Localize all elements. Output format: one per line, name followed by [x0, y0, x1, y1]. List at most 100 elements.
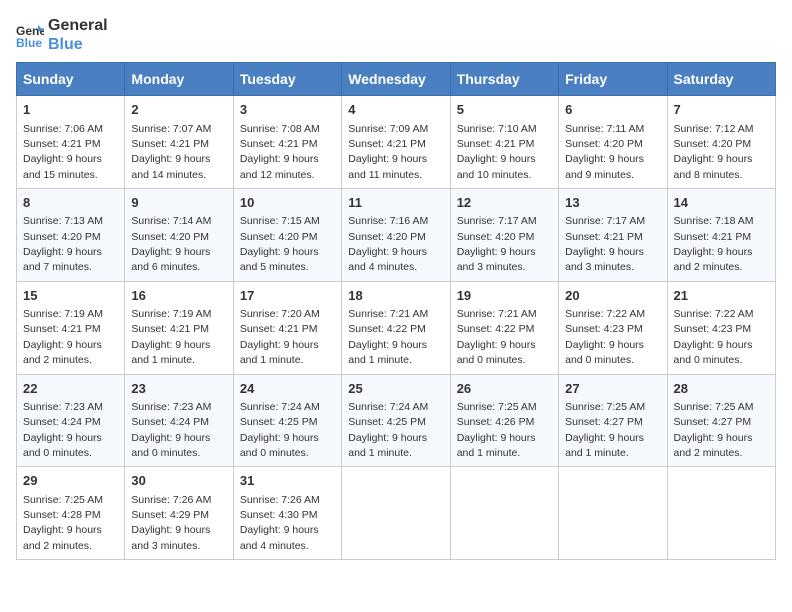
day-number: 29 — [23, 472, 118, 490]
sunrise-info: Sunrise: 7:20 AM — [240, 308, 320, 320]
sunrise-info: Sunrise: 7:15 AM — [240, 215, 320, 227]
sunset-info: Sunset: 4:20 PM — [457, 231, 535, 243]
daylight-info: Daylight: 9 hours and 1 minute. — [348, 432, 427, 459]
sunrise-info: Sunrise: 7:09 AM — [348, 123, 428, 135]
calendar-cell: 14 Sunrise: 7:18 AM Sunset: 4:21 PM Dayl… — [667, 189, 775, 282]
calendar-cell: 12 Sunrise: 7:17 AM Sunset: 4:20 PM Dayl… — [450, 189, 558, 282]
calendar-cell: 31 Sunrise: 7:26 AM Sunset: 4:30 PM Dayl… — [233, 467, 341, 560]
daylight-info: Daylight: 9 hours and 15 minutes. — [23, 153, 102, 180]
day-number: 8 — [23, 194, 118, 212]
week-row-4: 22 Sunrise: 7:23 AM Sunset: 4:24 PM Dayl… — [17, 374, 776, 467]
calendar-cell: 24 Sunrise: 7:24 AM Sunset: 4:25 PM Dayl… — [233, 374, 341, 467]
daylight-info: Daylight: 9 hours and 1 minute. — [457, 432, 536, 459]
week-row-2: 8 Sunrise: 7:13 AM Sunset: 4:20 PM Dayli… — [17, 189, 776, 282]
daylight-info: Daylight: 9 hours and 2 minutes. — [23, 524, 102, 551]
calendar-cell: 17 Sunrise: 7:20 AM Sunset: 4:21 PM Dayl… — [233, 281, 341, 374]
calendar-cell: 8 Sunrise: 7:13 AM Sunset: 4:20 PM Dayli… — [17, 189, 125, 282]
day-number: 22 — [23, 380, 118, 398]
day-number: 21 — [674, 287, 769, 305]
sunrise-info: Sunrise: 7:24 AM — [240, 401, 320, 413]
sunset-info: Sunset: 4:26 PM — [457, 416, 535, 428]
sunset-info: Sunset: 4:21 PM — [23, 138, 101, 150]
sunrise-info: Sunrise: 7:24 AM — [348, 401, 428, 413]
calendar-cell: 15 Sunrise: 7:19 AM Sunset: 4:21 PM Dayl… — [17, 281, 125, 374]
sunset-info: Sunset: 4:22 PM — [348, 323, 426, 335]
calendar-cell — [450, 467, 558, 560]
sunset-info: Sunset: 4:20 PM — [240, 231, 318, 243]
sunrise-info: Sunrise: 7:22 AM — [565, 308, 645, 320]
sunrise-info: Sunrise: 7:11 AM — [565, 123, 644, 135]
daylight-info: Daylight: 9 hours and 3 minutes. — [131, 524, 210, 551]
sunset-info: Sunset: 4:25 PM — [240, 416, 318, 428]
daylight-info: Daylight: 9 hours and 1 minute. — [240, 339, 319, 366]
sunrise-info: Sunrise: 7:13 AM — [23, 215, 103, 227]
sunrise-info: Sunrise: 7:10 AM — [457, 123, 537, 135]
sunset-info: Sunset: 4:23 PM — [565, 323, 643, 335]
daylight-info: Daylight: 9 hours and 0 minutes. — [674, 339, 753, 366]
calendar-cell: 16 Sunrise: 7:19 AM Sunset: 4:21 PM Dayl… — [125, 281, 233, 374]
calendar-cell: 26 Sunrise: 7:25 AM Sunset: 4:26 PM Dayl… — [450, 374, 558, 467]
sunrise-info: Sunrise: 7:17 AM — [565, 215, 645, 227]
daylight-info: Daylight: 9 hours and 4 minutes. — [348, 246, 427, 273]
day-header-sunday: Sunday — [17, 63, 125, 96]
sunrise-info: Sunrise: 7:19 AM — [131, 308, 211, 320]
daylight-info: Daylight: 9 hours and 0 minutes. — [457, 339, 536, 366]
day-number: 3 — [240, 101, 335, 119]
day-number: 12 — [457, 194, 552, 212]
daylight-info: Daylight: 9 hours and 1 minute. — [565, 432, 644, 459]
day-number: 24 — [240, 380, 335, 398]
sunset-info: Sunset: 4:21 PM — [674, 231, 752, 243]
calendar-cell: 5 Sunrise: 7:10 AM Sunset: 4:21 PM Dayli… — [450, 96, 558, 189]
daylight-info: Daylight: 9 hours and 0 minutes. — [565, 339, 644, 366]
sunset-info: Sunset: 4:20 PM — [348, 231, 426, 243]
day-number: 20 — [565, 287, 660, 305]
sunset-info: Sunset: 4:23 PM — [674, 323, 752, 335]
logo-general: General — [48, 16, 108, 35]
calendar-cell: 2 Sunrise: 7:07 AM Sunset: 4:21 PM Dayli… — [125, 96, 233, 189]
day-header-saturday: Saturday — [667, 63, 775, 96]
calendar-cell: 9 Sunrise: 7:14 AM Sunset: 4:20 PM Dayli… — [125, 189, 233, 282]
sunset-info: Sunset: 4:24 PM — [23, 416, 101, 428]
sunset-info: Sunset: 4:20 PM — [565, 138, 643, 150]
sunrise-info: Sunrise: 7:12 AM — [674, 123, 754, 135]
sunrise-info: Sunrise: 7:14 AM — [131, 215, 211, 227]
calendar-cell: 11 Sunrise: 7:16 AM Sunset: 4:20 PM Dayl… — [342, 189, 450, 282]
day-number: 7 — [674, 101, 769, 119]
calendar-cell: 29 Sunrise: 7:25 AM Sunset: 4:28 PM Dayl… — [17, 467, 125, 560]
header-row: SundayMondayTuesdayWednesdayThursdayFrid… — [17, 63, 776, 96]
calendar-cell: 18 Sunrise: 7:21 AM Sunset: 4:22 PM Dayl… — [342, 281, 450, 374]
sunset-info: Sunset: 4:21 PM — [240, 138, 318, 150]
logo-blue: Blue — [48, 35, 108, 54]
week-row-1: 1 Sunrise: 7:06 AM Sunset: 4:21 PM Dayli… — [17, 96, 776, 189]
daylight-info: Daylight: 9 hours and 0 minutes. — [240, 432, 319, 459]
daylight-info: Daylight: 9 hours and 5 minutes. — [240, 246, 319, 273]
daylight-info: Daylight: 9 hours and 12 minutes. — [240, 153, 319, 180]
daylight-info: Daylight: 9 hours and 0 minutes. — [23, 432, 102, 459]
sunrise-info: Sunrise: 7:16 AM — [348, 215, 428, 227]
daylight-info: Daylight: 9 hours and 2 minutes. — [23, 339, 102, 366]
sunrise-info: Sunrise: 7:25 AM — [457, 401, 537, 413]
day-number: 30 — [131, 472, 226, 490]
sunrise-info: Sunrise: 7:25 AM — [23, 494, 103, 506]
day-header-wednesday: Wednesday — [342, 63, 450, 96]
sunrise-info: Sunrise: 7:23 AM — [23, 401, 103, 413]
day-number: 23 — [131, 380, 226, 398]
sunset-info: Sunset: 4:27 PM — [565, 416, 643, 428]
header: General Blue General Blue — [16, 16, 776, 54]
calendar-cell: 20 Sunrise: 7:22 AM Sunset: 4:23 PM Dayl… — [559, 281, 667, 374]
day-number: 1 — [23, 101, 118, 119]
calendar-cell: 22 Sunrise: 7:23 AM Sunset: 4:24 PM Dayl… — [17, 374, 125, 467]
sunset-info: Sunset: 4:29 PM — [131, 509, 209, 521]
sunset-info: Sunset: 4:21 PM — [131, 323, 209, 335]
day-number: 25 — [348, 380, 443, 398]
sunrise-info: Sunrise: 7:22 AM — [674, 308, 754, 320]
calendar-cell: 23 Sunrise: 7:23 AM Sunset: 4:24 PM Dayl… — [125, 374, 233, 467]
day-number: 15 — [23, 287, 118, 305]
sunset-info: Sunset: 4:21 PM — [23, 323, 101, 335]
sunrise-info: Sunrise: 7:08 AM — [240, 123, 320, 135]
sunset-info: Sunset: 4:28 PM — [23, 509, 101, 521]
calendar-cell — [559, 467, 667, 560]
day-header-thursday: Thursday — [450, 63, 558, 96]
calendar-table: SundayMondayTuesdayWednesdayThursdayFrid… — [16, 62, 776, 560]
sunset-info: Sunset: 4:30 PM — [240, 509, 318, 521]
